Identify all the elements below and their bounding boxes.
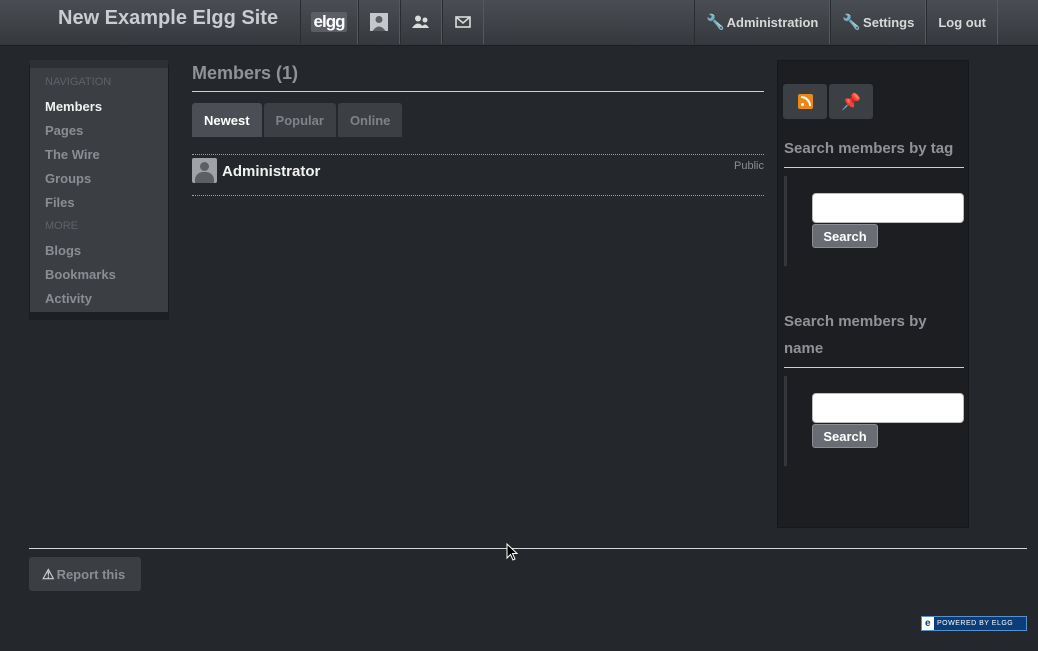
footer-divider [29, 548, 1027, 549]
messages-link[interactable] [442, 0, 484, 44]
administration-label: Administration [726, 14, 819, 30]
top-bar: New Example Elgg Site elgg 🔧 Administrat… [0, 0, 1038, 46]
top-nav-right: 🔧 Administration 🔧 Settings Log out [693, 0, 998, 44]
title-divider [192, 91, 764, 92]
logout-label: Log out [938, 14, 986, 30]
report-label: Report this [56, 566, 126, 582]
sidebar-item-the-wire[interactable]: The Wire [45, 147, 100, 162]
top-nav-left: elgg [300, 0, 484, 44]
list-item: Administrator Public [192, 157, 764, 185]
pin-button[interactable]: 📌 [829, 84, 873, 119]
member-name-link[interactable]: Administrator [222, 163, 320, 180]
more-header: MORE [45, 220, 78, 232]
profile-icon [370, 13, 388, 31]
settings-link[interactable]: 🔧 Settings [830, 0, 927, 44]
sidebar-nav: NAVIGATION Members Pages The Wire Groups… [29, 60, 169, 320]
sidebar-item-activity[interactable]: Activity [45, 291, 92, 306]
sidebar-item-pages[interactable]: Pages [45, 123, 83, 138]
wrench-icon: 🔧 [842, 14, 862, 31]
messages-icon [455, 16, 471, 28]
tab-popular[interactable]: Popular [263, 103, 336, 137]
name-search-button[interactable]: Search [812, 424, 878, 448]
name-search-box: Search [784, 376, 964, 466]
tag-search-input[interactable] [812, 193, 964, 223]
tab-online[interactable]: Online [337, 103, 403, 137]
avatar[interactable] [192, 158, 217, 183]
powered-label: POWERED BY ELGG [937, 620, 1014, 627]
tag-search-title: Search members by tag [784, 140, 954, 157]
rss-icon [797, 94, 813, 109]
nav-header: NAVIGATION [45, 76, 112, 88]
tab-newest[interactable]: Newest [192, 103, 262, 137]
list-divider-top [192, 154, 764, 155]
name-search-input[interactable] [812, 393, 964, 423]
list-divider-bottom [192, 195, 764, 196]
elgg-e-icon: e [922, 617, 934, 630]
right-sidebar: 📌 Search members by tag Search Search me… [777, 60, 969, 528]
tag-search-button[interactable]: Search [812, 224, 878, 248]
administration-link[interactable]: 🔧 Administration [693, 0, 831, 44]
pin-icon: 📌 [841, 93, 861, 111]
sidebar-item-bookmarks[interactable]: Bookmarks [45, 267, 116, 282]
powered-by-elgg-badge[interactable]: e POWERED BY ELGG [921, 616, 1027, 631]
report-icon: ⚠ [42, 565, 55, 582]
wrench-icon: 🔧 [705, 14, 725, 31]
logout-link[interactable]: Log out [926, 0, 998, 44]
elgg-logo-link[interactable]: elgg [300, 0, 358, 44]
sidebar-item-files[interactable]: Files [45, 195, 75, 210]
access-label: Public [734, 160, 764, 172]
tag-search-box: Search [784, 176, 964, 266]
sidebar-item-groups[interactable]: Groups [45, 171, 91, 186]
sidebar-item-members[interactable]: Members [45, 99, 102, 114]
sidebar-item-blogs[interactable]: Blogs [45, 243, 81, 258]
settings-label: Settings [863, 14, 915, 30]
page-title: Members (1) [192, 63, 299, 83]
mouse-cursor-icon [506, 543, 518, 561]
elgg-logo: elgg [310, 12, 348, 32]
member-tabs: Newest Popular Online [192, 103, 403, 137]
tag-search-divider [784, 167, 964, 168]
report-button[interactable]: ⚠ Report this [29, 557, 141, 591]
profile-link[interactable] [358, 0, 400, 44]
name-search-divider [784, 367, 964, 368]
rss-button[interactable] [783, 84, 827, 119]
site-title[interactable]: New Example Elgg Site [58, 7, 278, 30]
name-search-title: Search members by name [784, 313, 927, 357]
friends-link[interactable] [400, 0, 442, 44]
friends-icon [412, 15, 429, 28]
